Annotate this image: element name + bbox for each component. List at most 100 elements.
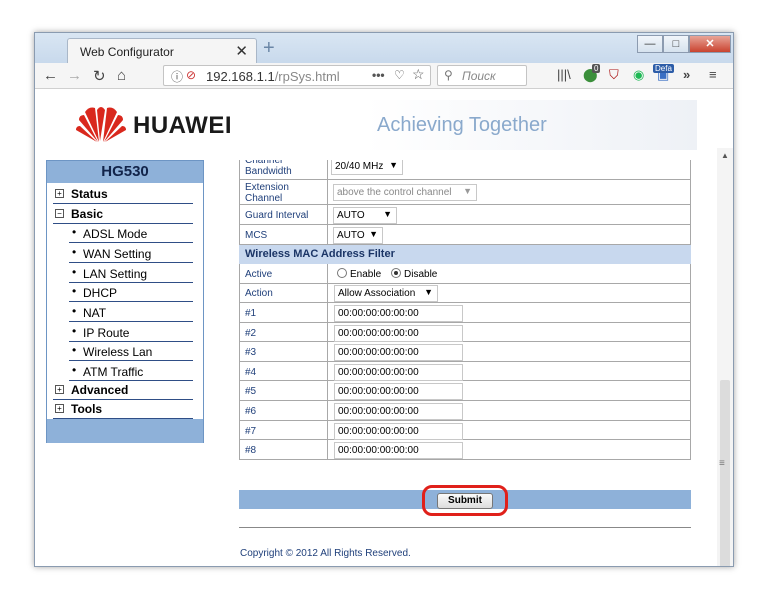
mac-address-input[interactable]: 00:00:00:00:00:00 — [334, 442, 463, 459]
mac-entry-row: #4 00:00:00:00:00:00 — [239, 362, 691, 381]
mac-address-input[interactable]: 00:00:00:00:00:00 — [334, 305, 463, 322]
mac-address-input[interactable]: 00:00:00:00:00:00 — [334, 403, 463, 420]
search-placeholder: Поиск — [462, 69, 496, 83]
sidebar-item-ip-route[interactable]: • IP Route — [69, 323, 193, 342]
page-content: HUAWEI Achieving Together HG530 + Status… — [35, 90, 733, 566]
new-tab-icon[interactable]: + — [263, 37, 275, 60]
mac-filter-section-header: Wireless MAC Address Filter — [239, 245, 691, 264]
row-border — [690, 303, 691, 322]
sidebar-item-status[interactable]: + Status — [53, 185, 193, 204]
mac-entry-label: #8 — [245, 445, 257, 456]
tab-bar: Web Configurator ✕ + — □ ✕ — [35, 33, 733, 63]
active-label: Active — [245, 269, 273, 280]
url-host: 192.168.1.1 — [206, 69, 275, 84]
defa-badge: Defa — [653, 64, 674, 73]
row-border — [239, 421, 240, 439]
overflow-chevron-icon[interactable]: » — [683, 67, 690, 82]
bullet-icon: • — [72, 225, 77, 239]
update-badge: 0 — [592, 64, 601, 73]
column-divider — [327, 440, 328, 459]
mac-entry-label: #6 — [245, 406, 257, 417]
sidebar-item-dhcp[interactable]: • DHCP — [69, 283, 193, 302]
sidebar-item-advanced[interactable]: + Advanced — [53, 381, 193, 400]
bookmark-star-icon[interactable]: ☆ — [412, 66, 425, 83]
expand-icon[interactable]: + — [55, 189, 64, 198]
info-icon[interactable]: ⓘ — [171, 68, 183, 85]
sidebar-item-nat[interactable]: • NAT — [69, 303, 193, 322]
browser-tab[interactable]: Web Configurator ✕ — [67, 38, 257, 63]
row-border — [690, 323, 691, 341]
mac-entry-row: #3 00:00:00:00:00:00 — [239, 342, 691, 362]
bullet-icon: • — [72, 304, 77, 318]
enable-radio[interactable]: Enable — [337, 268, 381, 280]
mcs-select[interactable]: AUTO ▼ — [333, 227, 383, 244]
mac-entry-label: #3 — [245, 347, 257, 358]
row-border — [239, 180, 240, 204]
mac-entry-label: #1 — [245, 308, 257, 319]
close-window-button[interactable]: ✕ — [689, 35, 731, 53]
chevron-down-icon: ▼ — [463, 186, 472, 196]
sidebar-item-label: Tools — [71, 402, 103, 416]
scrollbar-thumb[interactable] — [720, 380, 730, 566]
mac-address-input[interactable]: 00:00:00:00:00:00 — [334, 364, 463, 381]
channel-bandwidth-row: Channel Bandwidth 20/40 MHz ▼ — [239, 160, 691, 180]
sidebar-item-label: ADSL Mode — [83, 227, 148, 241]
minimize-button[interactable]: — — [637, 35, 663, 53]
reload-icon[interactable]: ↻ — [93, 67, 106, 85]
guard-interval-row: Guard Interval AUTO ▼ — [239, 205, 691, 225]
sidebar-item-lan-setting[interactable]: • LAN Setting — [69, 264, 193, 283]
disable-radio[interactable]: Disable — [391, 268, 437, 280]
row-border — [690, 401, 691, 420]
search-input[interactable]: ⚲ Поиск — [437, 65, 527, 86]
row-border — [690, 264, 691, 283]
spotify-icon[interactable]: ◉ — [633, 67, 644, 83]
guard-interval-select[interactable]: AUTO ▼ — [333, 207, 397, 224]
page-actions-icon[interactable]: ••• — [372, 68, 385, 82]
row-border — [690, 225, 691, 244]
sidebar-item-wireless-lan[interactable]: • Wireless Lan — [69, 342, 193, 361]
sidebar-item-adsl-mode[interactable]: • ADSL Mode — [69, 224, 193, 243]
home-icon[interactable]: ⌂ — [117, 67, 126, 84]
sidebar-item-tools[interactable]: + Tools — [53, 400, 193, 419]
guard-interval-value: AUTO — [337, 210, 365, 221]
mac-address-input[interactable]: 00:00:00:00:00:00 — [334, 423, 463, 440]
mac-address-input[interactable]: 00:00:00:00:00:00 — [334, 325, 463, 342]
column-divider — [327, 401, 328, 420]
action-select[interactable]: Allow Association ▼ — [334, 285, 438, 302]
ublock-icon[interactable]: ⛉ — [609, 67, 619, 83]
pocket-icon[interactable]: ♡ — [394, 68, 405, 82]
mac-address-input[interactable]: 00:00:00:00:00:00 — [334, 344, 463, 361]
row-border — [239, 401, 240, 420]
sidebar-item-wan-setting[interactable]: • WAN Setting — [69, 244, 193, 263]
back-arrow-icon[interactable]: ← — [43, 67, 58, 84]
channel-bandwidth-select[interactable]: 20/40 MHz ▼ — [331, 160, 403, 175]
column-divider — [327, 284, 328, 302]
column-divider — [327, 264, 328, 283]
column-divider — [327, 180, 328, 204]
url-path: /rpSys.html — [274, 69, 340, 84]
radio-circle-selected[interactable] — [391, 268, 401, 278]
extension-channel-select[interactable]: above the control channel ▼ — [333, 184, 477, 201]
mac-address-input[interactable]: 00:00:00:00:00:00 — [334, 383, 463, 400]
sidebar-item-basic[interactable]: − Basic — [53, 205, 193, 224]
close-tab-icon[interactable]: ✕ — [235, 42, 248, 60]
sidebar-item-atm-traffic[interactable]: • ATM Traffic — [69, 362, 193, 381]
extension-channel-value: above the control channel — [337, 187, 452, 198]
mcs-value: AUTO — [337, 230, 365, 241]
column-divider — [327, 342, 328, 361]
vertical-scrollbar[interactable]: ▲ ≡ ▼ — [717, 148, 733, 566]
radio-circle[interactable] — [337, 268, 347, 278]
mac-entry-row: #6 00:00:00:00:00:00 — [239, 401, 691, 421]
maximize-button[interactable]: □ — [663, 35, 689, 53]
library-icon[interactable]: |||\ — [557, 67, 571, 82]
collapse-icon[interactable]: − — [55, 209, 64, 218]
address-bar[interactable]: ⓘ ⊘ 192.168.1.1/rpSys.html ••• ♡ ☆ — [163, 65, 431, 86]
scroll-up-icon[interactable]: ▲ — [721, 151, 729, 160]
hamburger-menu-icon[interactable]: ≡ — [709, 67, 717, 82]
expand-icon[interactable]: + — [55, 385, 64, 394]
expand-icon[interactable]: + — [55, 404, 64, 413]
forward-arrow-icon[interactable]: → — [67, 67, 82, 84]
huawei-logo-icon — [76, 107, 126, 142]
insecure-icon[interactable]: ⊘ — [186, 68, 196, 82]
bullet-icon: • — [72, 284, 77, 298]
